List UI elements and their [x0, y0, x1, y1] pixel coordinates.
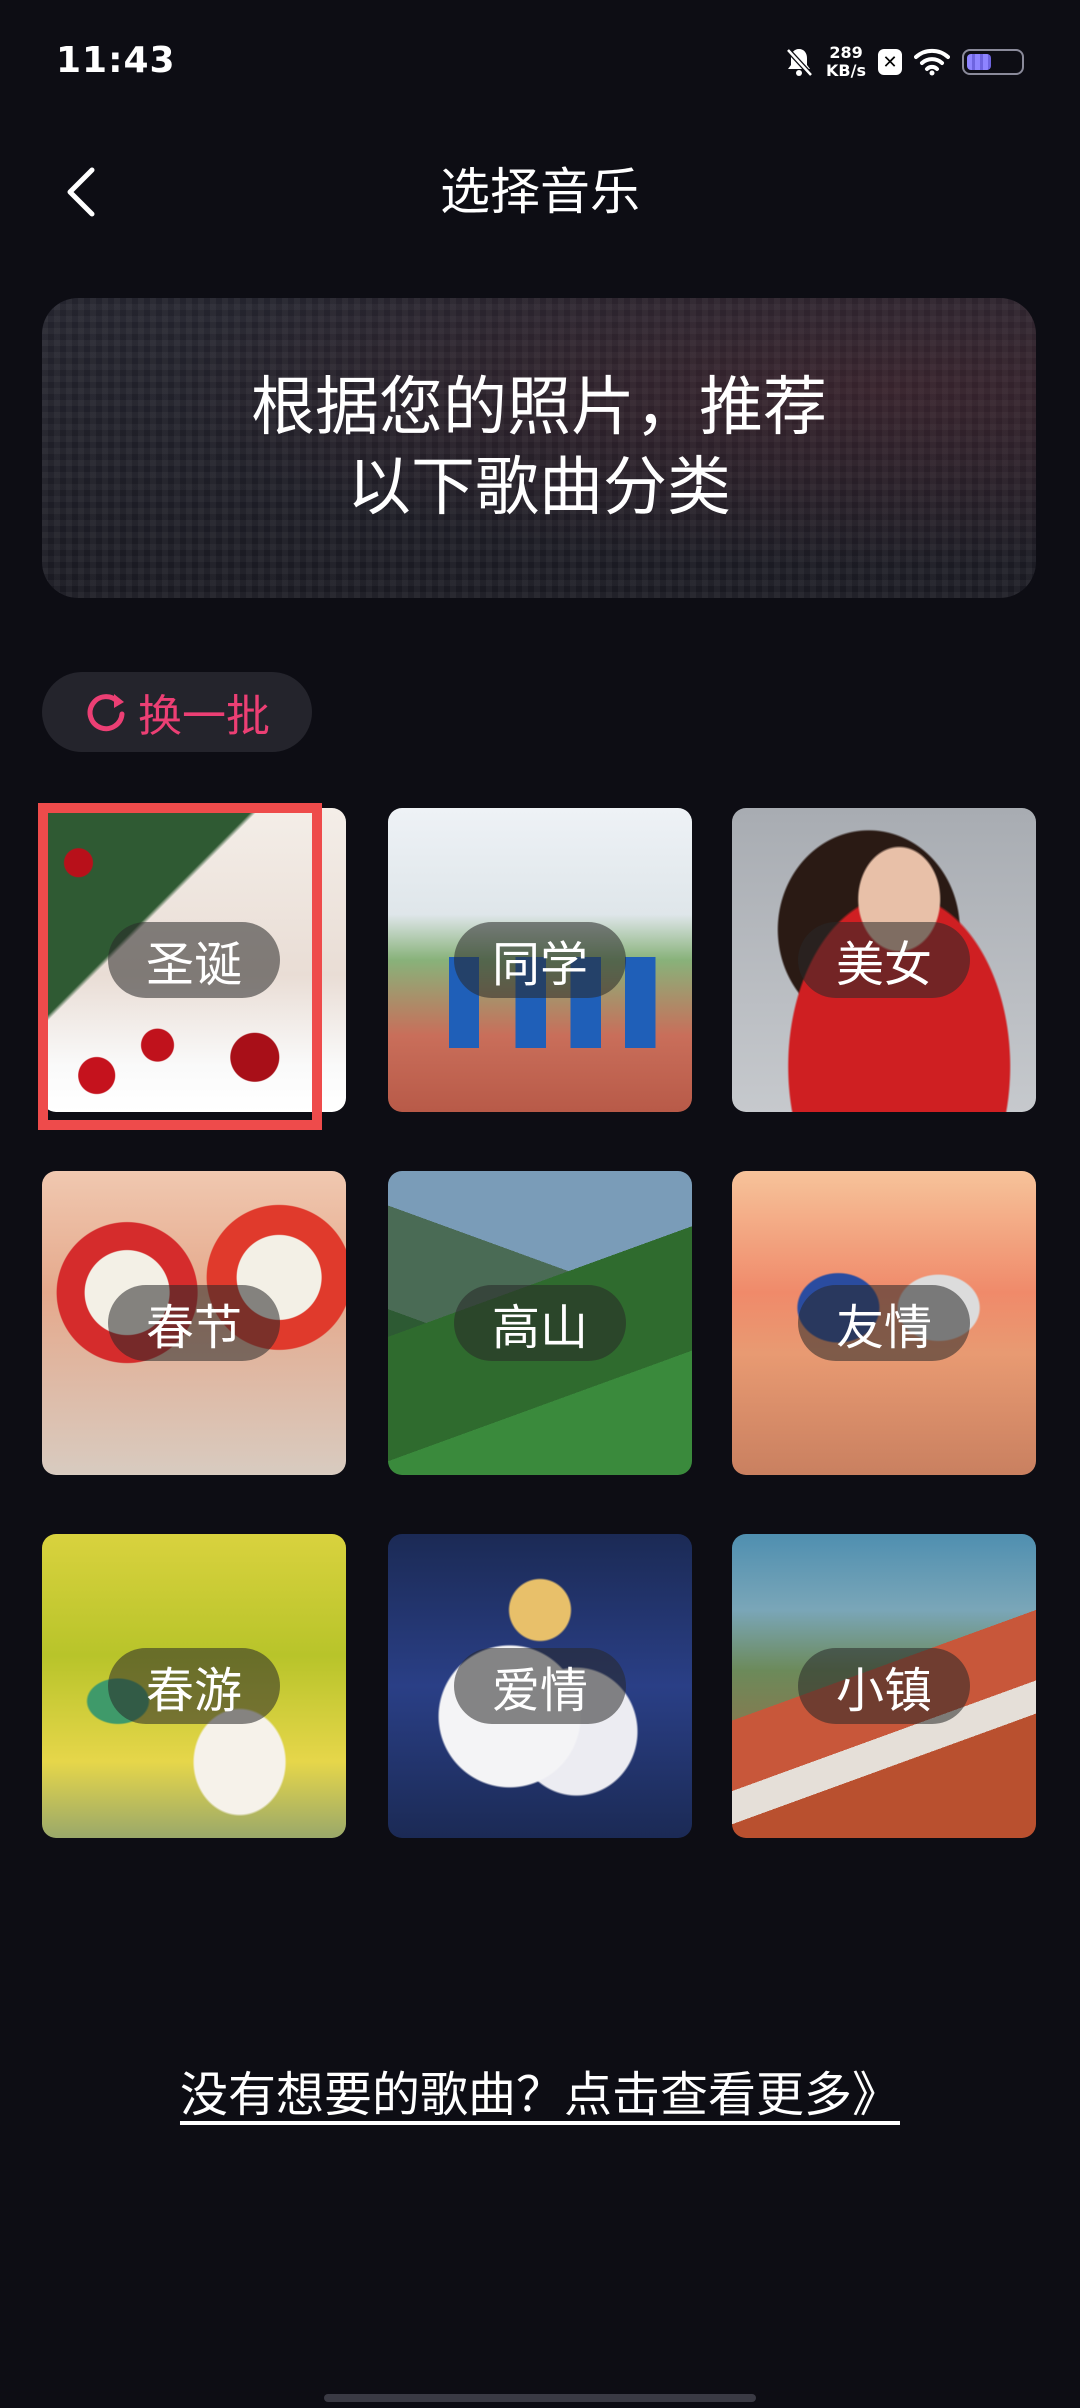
category-label: 高山: [454, 1285, 626, 1361]
see-more-link[interactable]: 没有想要的歌曲？点击查看更多》: [0, 2055, 1080, 2125]
category-label: 爱情: [454, 1648, 626, 1724]
category-tile-friendship[interactable]: 友情: [732, 1171, 1036, 1475]
category-label: 春游: [108, 1648, 280, 1724]
category-label: 同学: [454, 922, 626, 998]
speed-unit: KB/s: [826, 61, 866, 80]
banner-line-1: 根据您的照片，推荐: [251, 371, 827, 445]
category-label: 友情: [798, 1285, 970, 1361]
wifi-icon: [914, 48, 950, 76]
status-bar: 11:43 289 KB/s ✕: [0, 0, 1080, 126]
banner-text: 根据您的照片，推荐 以下歌曲分类: [219, 368, 859, 528]
bell-mute-icon: [784, 46, 814, 78]
status-time: 11:43: [56, 40, 176, 81]
recommendation-banner: 根据您的照片，推荐 以下歌曲分类: [42, 298, 1036, 598]
category-tile-town[interactable]: 小镇: [732, 1534, 1036, 1838]
category-label: 春节: [108, 1285, 280, 1361]
x-app-icon: ✕: [878, 49, 902, 75]
category-tile-love[interactable]: 爱情: [388, 1534, 692, 1838]
speed-value: 289: [829, 43, 863, 62]
category-tile-classmates[interactable]: 同学: [388, 808, 692, 1112]
category-label: 美女: [798, 922, 970, 998]
category-label: 小镇: [798, 1648, 970, 1724]
category-tile-christmas[interactable]: 圣诞: [42, 808, 346, 1112]
category-tile-beauty[interactable]: 美女: [732, 808, 1036, 1112]
refresh-batch-button[interactable]: 换一批: [42, 672, 312, 752]
status-icons: 289 KB/s ✕: [784, 40, 1024, 84]
category-tile-spring-festival[interactable]: 春节: [42, 1171, 346, 1475]
battery-level: [967, 54, 991, 70]
home-indicator[interactable]: [324, 2394, 756, 2402]
battery-icon: [962, 49, 1024, 75]
refresh-icon: [87, 694, 125, 732]
network-speed: 289 KB/s: [826, 44, 866, 80]
category-label: 圣诞: [108, 922, 280, 998]
banner-line-2: 以下歌曲分类: [347, 451, 731, 525]
category-tile-mountains[interactable]: 高山: [388, 1171, 692, 1475]
category-tile-spring-outing[interactable]: 春游: [42, 1534, 346, 1838]
page-title: 选择音乐: [440, 163, 640, 221]
refresh-label: 换一批: [138, 691, 270, 742]
